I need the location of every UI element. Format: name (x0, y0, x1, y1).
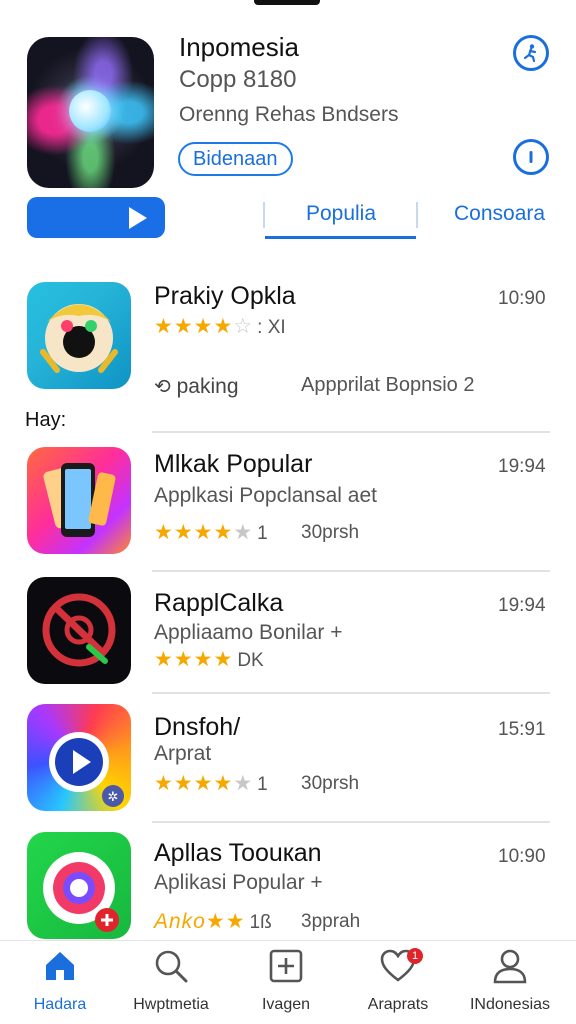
nav-search[interactable]: Hwptmetia (116, 948, 226, 1014)
app-icon-dnsfoh[interactable]: ✲ (27, 704, 131, 811)
category-badge[interactable]: Bidenaan (178, 142, 293, 176)
app-title[interactable]: Mlkak Popular (154, 450, 312, 479)
nav-add[interactable]: Ivagen (231, 948, 341, 1014)
person-icon (493, 949, 527, 984)
app-title[interactable]: RapplCalka (154, 589, 283, 618)
divider (152, 821, 550, 823)
app-time: 19:94 (498, 456, 546, 477)
search-icon (155, 950, 188, 983)
app-title: Inpomesia (179, 32, 299, 62)
app-time: 15:91 (498, 719, 546, 740)
app-subtitle: Aplikasi Popular + (154, 871, 323, 894)
tab-populia[interactable]: Populia (266, 202, 416, 226)
featured-meta-right: Appprilat Bopnsio 2 (301, 374, 475, 396)
app-time: 10:90 (498, 846, 546, 867)
svg-text:✲: ✲ (108, 790, 119, 805)
featured-title[interactable]: Prakiy Opkla (154, 282, 296, 311)
app-icon-apllas[interactable] (27, 832, 131, 939)
tab-active-indicator (265, 236, 416, 239)
tab-divider (263, 202, 265, 228)
divider (152, 431, 550, 433)
tab-divider (416, 202, 418, 228)
app-downloads: 30prsh (301, 773, 360, 794)
link-icon: ⟲ (154, 376, 171, 398)
featured-time: 10:90 (498, 288, 546, 309)
app-subtitle: Copp 8180 (179, 66, 297, 93)
app-subtitle: Arprat (154, 742, 212, 765)
app-rating: ★★★★ DK (154, 648, 264, 671)
tab-bar-border (0, 940, 576, 941)
app-icon-rapplcalka[interactable] (27, 577, 131, 684)
app-icon-prakiy[interactable] (27, 282, 131, 389)
plus-square-icon (269, 949, 303, 983)
play-button[interactable] (27, 197, 165, 238)
app-title[interactable]: Apllas Toouкan (154, 839, 322, 868)
featured-rating: ★★★★☆: XI (154, 315, 286, 338)
nav-profile[interactable]: INdonesias (455, 948, 565, 1014)
app-rating: Anko★★ 1ß (154, 910, 272, 933)
app-time: 19:94 (498, 595, 546, 616)
info-icon[interactable] (513, 139, 549, 175)
app-title[interactable]: Dnsfoh/ (154, 713, 240, 742)
camera-notch (254, 0, 320, 5)
app-downloads: 30prsh (301, 522, 360, 543)
notification-badge: 1 (407, 948, 423, 964)
nav-favorites[interactable]: 1 Araprats (343, 948, 453, 1014)
play-icon (129, 207, 147, 229)
app-rating: ★★★★★ 1 (154, 521, 268, 544)
nav-home[interactable]: Hadara (5, 948, 115, 1014)
runner-icon[interactable] (513, 35, 549, 71)
developer-name[interactable]: Orenng Rehas Bndsers (179, 103, 398, 127)
divider (152, 570, 550, 572)
featured-app-icon[interactable] (27, 37, 154, 188)
divider (152, 692, 550, 694)
section-label: Hay: (25, 409, 67, 431)
app-downloads: 3pprah (301, 911, 361, 932)
app-icon-mlkak[interactable] (27, 447, 131, 554)
featured-meta-left: ⟲ paking (154, 375, 239, 398)
app-rating: ★★★★★ 1 (154, 772, 268, 795)
home-icon (46, 952, 74, 980)
app-subtitle: Applkasi Popclansal aet (154, 484, 377, 507)
tab-consoara[interactable]: Consoara (454, 202, 545, 226)
app-subtitle: Appliaamo Bonilar + (154, 621, 343, 644)
